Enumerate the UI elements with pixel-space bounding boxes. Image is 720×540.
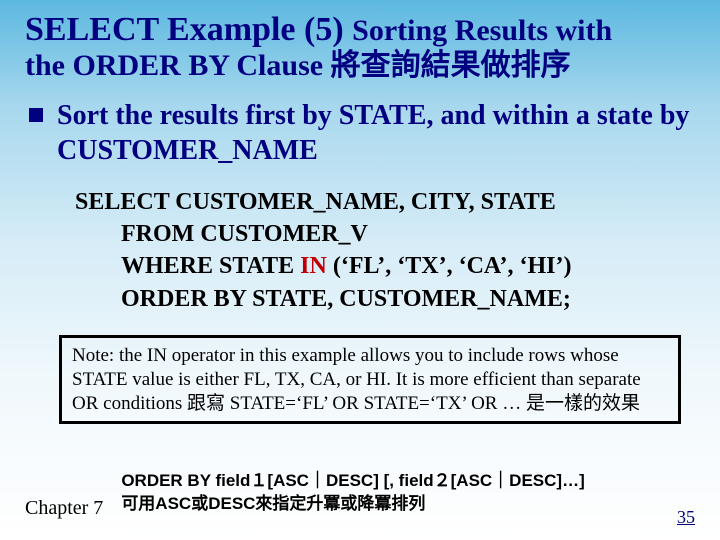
slide-title: SELECT Example (5) Sorting Results with … bbox=[25, 10, 695, 84]
syntax-line-2: 可用ASC或DESC來指定升冪或降冪排列 bbox=[121, 493, 695, 516]
slide: SELECT Example (5) Sorting Results with … bbox=[0, 0, 720, 540]
code-line-4: ORDER BY STATE, CUSTOMER_NAME; bbox=[121, 283, 695, 315]
title-sub2: the ORDER BY Clause 將查詢結果做排序 bbox=[25, 49, 571, 82]
code-line-3: WHERE STATE IN (‘FL’, ‘TX’, ‘CA’, ‘HI’) bbox=[121, 250, 695, 282]
page-number: 35 bbox=[677, 507, 695, 528]
sql-code: SELECT CUSTOMER_NAME, CITY, STATE FROM C… bbox=[75, 186, 695, 316]
code-line-1: SELECT CUSTOMER_NAME, CITY, STATE bbox=[75, 186, 695, 218]
note-box: Note: the IN operator in this example al… bbox=[59, 335, 681, 424]
chapter-label: Chapter 7 bbox=[25, 497, 103, 520]
keyword-in: IN bbox=[300, 253, 327, 279]
title-main: SELECT Example (5) bbox=[25, 11, 352, 48]
title-sub1: Sorting Results with bbox=[352, 14, 612, 47]
syntax-block: ORDER BY field１[ASC｜DESC] [, field２[ASC｜… bbox=[121, 470, 695, 516]
bullet-item: Sort the results first by STATE, and wit… bbox=[25, 98, 695, 168]
footer: Chapter 7 ORDER BY field１[ASC｜DESC] [, f… bbox=[25, 476, 695, 522]
bullet-icon bbox=[29, 108, 43, 122]
syntax-line-1: ORDER BY field１[ASC｜DESC] [, field２[ASC｜… bbox=[121, 470, 695, 493]
code-line-2: FROM CUSTOMER_V bbox=[121, 218, 695, 250]
bullet-text: Sort the results first by STATE, and wit… bbox=[57, 98, 695, 168]
